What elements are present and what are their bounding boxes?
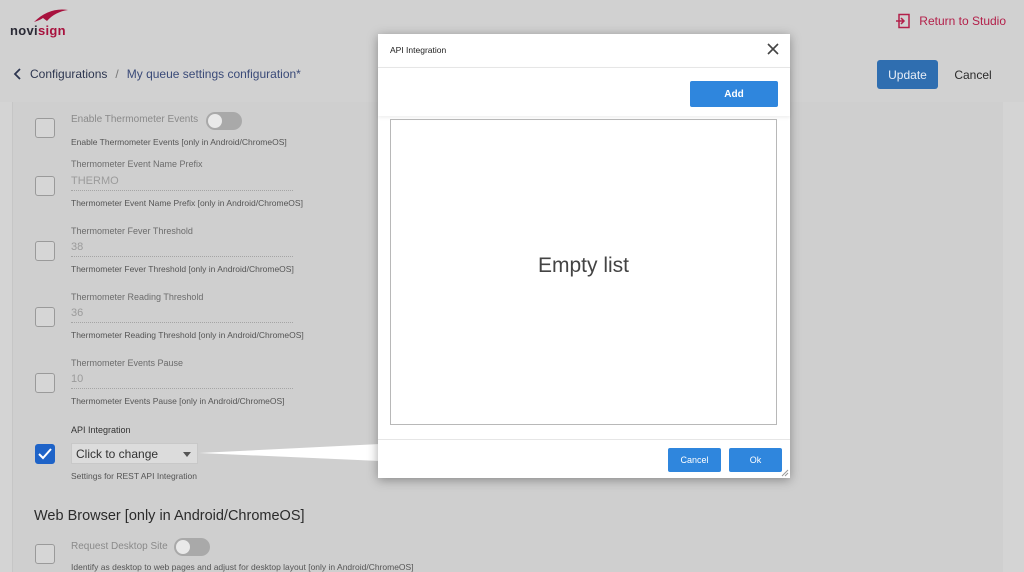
dialog-footer-divider bbox=[378, 439, 790, 440]
fever-threshold-checkbox[interactable] bbox=[35, 241, 55, 261]
api-integration-checkbox[interactable] bbox=[35, 444, 55, 464]
desktop-site-help: Identify as desktop to web pages and adj… bbox=[71, 562, 414, 572]
chevron-left-icon[interactable] bbox=[12, 68, 24, 80]
reading-threshold-checkbox[interactable] bbox=[35, 307, 55, 327]
return-to-studio-link[interactable]: Return to Studio bbox=[895, 13, 1006, 29]
thermo-events-help: Enable Thermometer Events [only in Andro… bbox=[71, 137, 287, 147]
return-label: Return to Studio bbox=[919, 14, 1006, 28]
dialog-header: API Integration bbox=[378, 34, 790, 67]
desktop-site-toggle-label: Request Desktop Site bbox=[71, 541, 168, 552]
update-button[interactable]: Update bbox=[877, 60, 938, 89]
breadcrumb-root-link[interactable]: Configurations bbox=[30, 67, 107, 81]
reading-threshold-help: Thermometer Reading Threshold [only in A… bbox=[71, 330, 304, 340]
reading-threshold-input[interactable]: 36 bbox=[71, 307, 293, 323]
dialog-title: API Integration bbox=[390, 45, 447, 55]
web-browser-section-title: Web Browser [only in Android/ChromeOS] bbox=[34, 508, 305, 524]
thermo-prefix-label: Thermometer Event Name Prefix bbox=[71, 159, 203, 169]
breadcrumb-separator: / bbox=[115, 67, 119, 81]
desktop-site-toggle[interactable] bbox=[174, 538, 210, 556]
thermo-prefix-help: Thermometer Event Name Prefix [only in A… bbox=[71, 198, 303, 208]
events-pause-input[interactable]: 10 bbox=[71, 373, 293, 389]
api-integration-dialog: API Integration Add Empty list Cancel Ok bbox=[378, 34, 790, 478]
api-integration-select-value: Click to change bbox=[76, 447, 159, 461]
fever-threshold-input[interactable]: 38 bbox=[71, 241, 293, 257]
fever-threshold-label: Thermometer Fever Threshold bbox=[71, 226, 193, 236]
events-pause-checkbox[interactable] bbox=[35, 373, 55, 393]
empty-list-text: Empty list bbox=[537, 254, 629, 277]
reading-threshold-label: Thermometer Reading Threshold bbox=[71, 292, 204, 302]
thermo-prefix-input[interactable]: THERMO bbox=[71, 175, 293, 191]
thermo-events-toggle[interactable] bbox=[206, 112, 242, 130]
thermo-events-toggle-label: Enable Thermometer Events bbox=[71, 114, 199, 125]
api-integration-help: Settings for REST API Integration bbox=[71, 471, 197, 481]
exit-icon bbox=[896, 13, 911, 29]
thermo-prefix-checkbox[interactable] bbox=[35, 176, 55, 196]
logo-prefix: novi bbox=[10, 23, 38, 38]
thermo-events-checkbox[interactable] bbox=[35, 118, 55, 138]
close-icon[interactable] bbox=[766, 42, 780, 56]
events-pause-help: Thermometer Events Pause [only in Androi… bbox=[71, 396, 285, 406]
desktop-site-checkbox[interactable] bbox=[35, 544, 55, 564]
logo-wordmark: novisign bbox=[10, 23, 66, 38]
dialog-cancel-button[interactable]: Cancel bbox=[668, 448, 721, 472]
breadcrumb: Configurations / My queue settings confi… bbox=[12, 67, 301, 81]
events-pause-label: Thermometer Events Pause bbox=[71, 358, 184, 368]
checkmark-icon bbox=[38, 448, 52, 460]
caret-down-icon bbox=[183, 452, 191, 457]
breadcrumb-current: My queue settings configuration* bbox=[126, 67, 301, 81]
cancel-button[interactable]: Cancel bbox=[946, 60, 1000, 89]
resize-handle-icon[interactable] bbox=[781, 469, 789, 477]
integration-list: Empty list bbox=[390, 119, 777, 425]
dialog-ok-button[interactable]: Ok bbox=[729, 448, 782, 472]
fever-threshold-help: Thermometer Fever Threshold [only in And… bbox=[71, 264, 294, 274]
logo-suffix: sign bbox=[37, 23, 66, 38]
add-button[interactable]: Add bbox=[690, 81, 778, 107]
novisign-logo[interactable]: novisign bbox=[10, 6, 80, 40]
api-integration-select[interactable]: Click to change bbox=[71, 443, 198, 464]
api-integration-label: API Integration bbox=[71, 425, 131, 435]
